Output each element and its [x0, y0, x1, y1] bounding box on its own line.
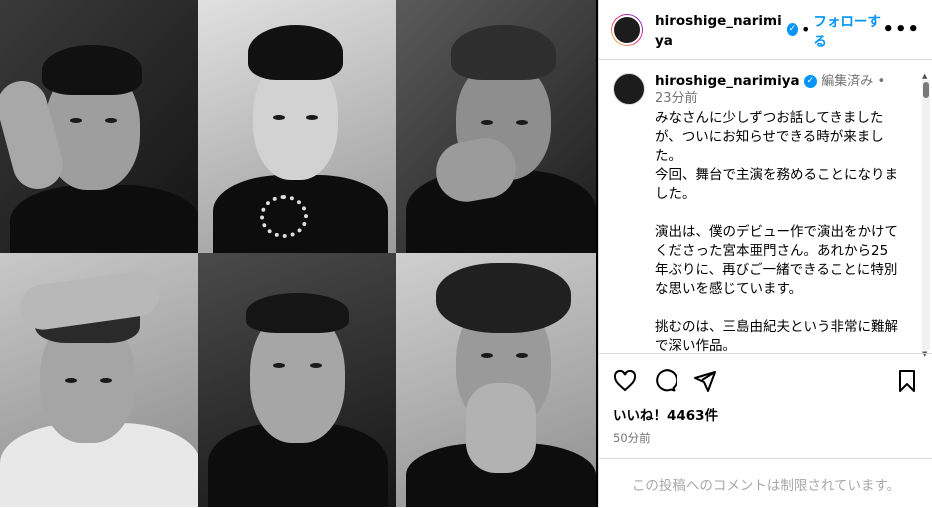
action-bar: いいね！4463件 50分前 [599, 353, 932, 446]
bookmark-icon[interactable] [895, 369, 919, 393]
caption-text: みなさんに少しずつお話してきましたが、ついにお知らせできる時が来ました。 今回、… [655, 110, 898, 353]
header-user: hiroshige_narimiya [655, 10, 783, 50]
portrait-4 [0, 253, 198, 507]
post-header: hiroshige_narimiya ✓ • フォローする ••• [599, 0, 932, 60]
caption-avatar[interactable] [613, 73, 645, 105]
avatar[interactable] [611, 13, 643, 46]
heart-icon[interactable] [613, 369, 637, 393]
username-link[interactable]: hiroshige_narimiya [655, 13, 782, 49]
portrait-grid [0, 0, 598, 507]
post-time[interactable]: 50分前 [613, 430, 919, 446]
post-sidebar: hiroshige_narimiya ✓ • フォローする ••• hirosh… [598, 0, 932, 507]
share-icon[interactable] [693, 369, 717, 393]
verified-badge-icon: ✓ [786, 23, 798, 36]
portrait-1 [0, 0, 198, 253]
caption-username[interactable]: hiroshige_narimiya [655, 73, 800, 89]
scroll-up-icon[interactable]: ▲ [922, 72, 927, 80]
follow-button[interactable]: フォローする [813, 10, 882, 50]
scroll-thumb[interactable] [923, 82, 929, 98]
likes-count[interactable]: いいね！4463件 [613, 404, 919, 424]
edited-label: 編集済み [821, 74, 874, 89]
portrait-5 [198, 253, 396, 507]
portrait-6 [396, 253, 596, 507]
comment-icon[interactable] [653, 369, 677, 393]
caption-area: hiroshige_narimiya ✓ 編集済み • 23分前 みなさんに少し… [599, 61, 932, 353]
separator-dot: • [800, 20, 811, 39]
comment-restricted-notice: この投稿へのコメントは制限されています。 [599, 458, 932, 508]
caption-time[interactable]: 23分前 [655, 91, 698, 106]
caption-scrollbar[interactable]: ▲ ▼ [922, 72, 930, 358]
portrait-3 [396, 0, 596, 253]
separator-dot: • [877, 74, 886, 89]
instagram-post-view: hiroshige_narimiya ✓ • フォローする ••• hirosh… [0, 0, 932, 507]
post-image[interactable] [0, 0, 598, 507]
portrait-2 [198, 0, 396, 253]
verified-badge-icon: ✓ [803, 74, 817, 88]
more-options-icon[interactable]: ••• [882, 19, 920, 40]
